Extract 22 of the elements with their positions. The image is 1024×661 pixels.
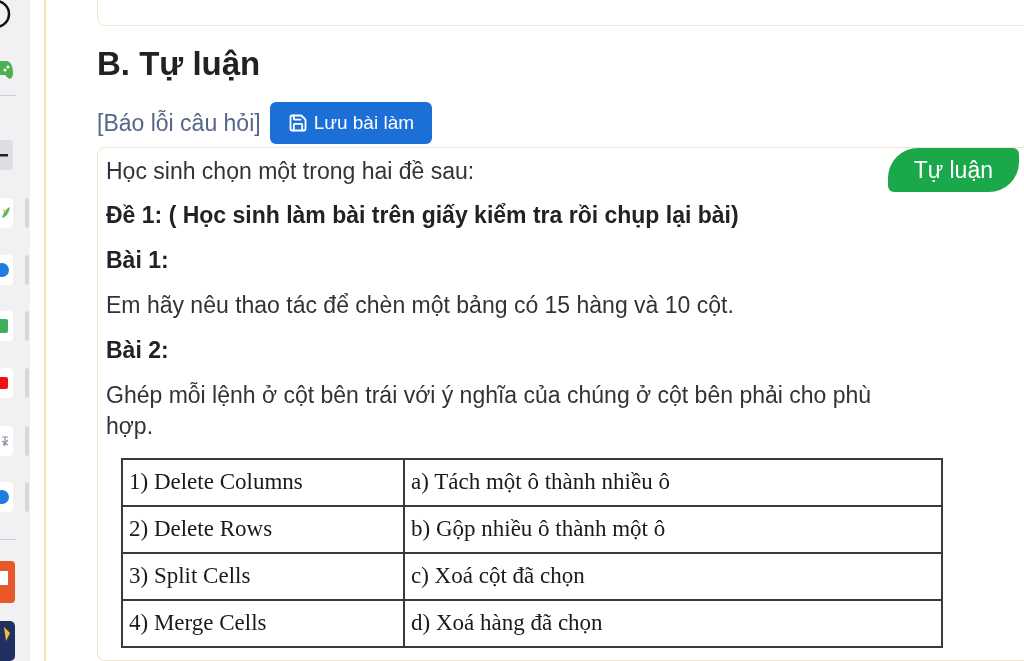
question-heading: Đề 1: ( Học sinh làm bài trên giấy kiểm tra rồi chụp lại bài) bbox=[106, 201, 740, 230]
table-cell: 4) Merge Cells bbox=[122, 600, 404, 647]
question-heading: Bài 1: bbox=[106, 246, 170, 275]
question-heading: Bài 2: bbox=[106, 336, 170, 365]
question-text: Ghép mỗi lệnh ở cột bên trái với ý nghĩa của chúng ở cột bên phải cho phù hợp. bbox=[106, 381, 873, 441]
minus-icon[interactable] bbox=[0, 139, 13, 170]
table-cell: 3) Split Cells bbox=[122, 553, 404, 600]
question-text: Em hãy nêu thao tác để chèn một bảng có 15 hàng và 10 cột. bbox=[106, 291, 735, 320]
leaf-icon[interactable] bbox=[0, 197, 13, 228]
question-intro: Học sinh chọn một trong hai đề sau: bbox=[106, 157, 475, 186]
table-cell: d) Xoá hàng đã chọn bbox=[404, 600, 942, 647]
save-button[interactable]: Lưu bài làm bbox=[269, 102, 433, 144]
save-icon bbox=[287, 113, 308, 133]
type-badge: Tự luận bbox=[887, 148, 1019, 192]
table-cell: b) Gộp nhiều ô thành một ô bbox=[404, 506, 942, 553]
table-cell: a) Tách một ô thành nhiều ô bbox=[404, 459, 942, 506]
section-title: B. Tự luận bbox=[97, 44, 262, 84]
app-icon[interactable] bbox=[0, 620, 15, 661]
table-cell: 1) Delete Columns bbox=[122, 459, 404, 506]
table-cell: c) Xoá cột đã chọn bbox=[404, 553, 942, 600]
table-cell: 2) Delete Rows bbox=[122, 506, 404, 553]
report-link[interactable]: [Báo lỗi câu hỏi] bbox=[97, 105, 261, 141]
